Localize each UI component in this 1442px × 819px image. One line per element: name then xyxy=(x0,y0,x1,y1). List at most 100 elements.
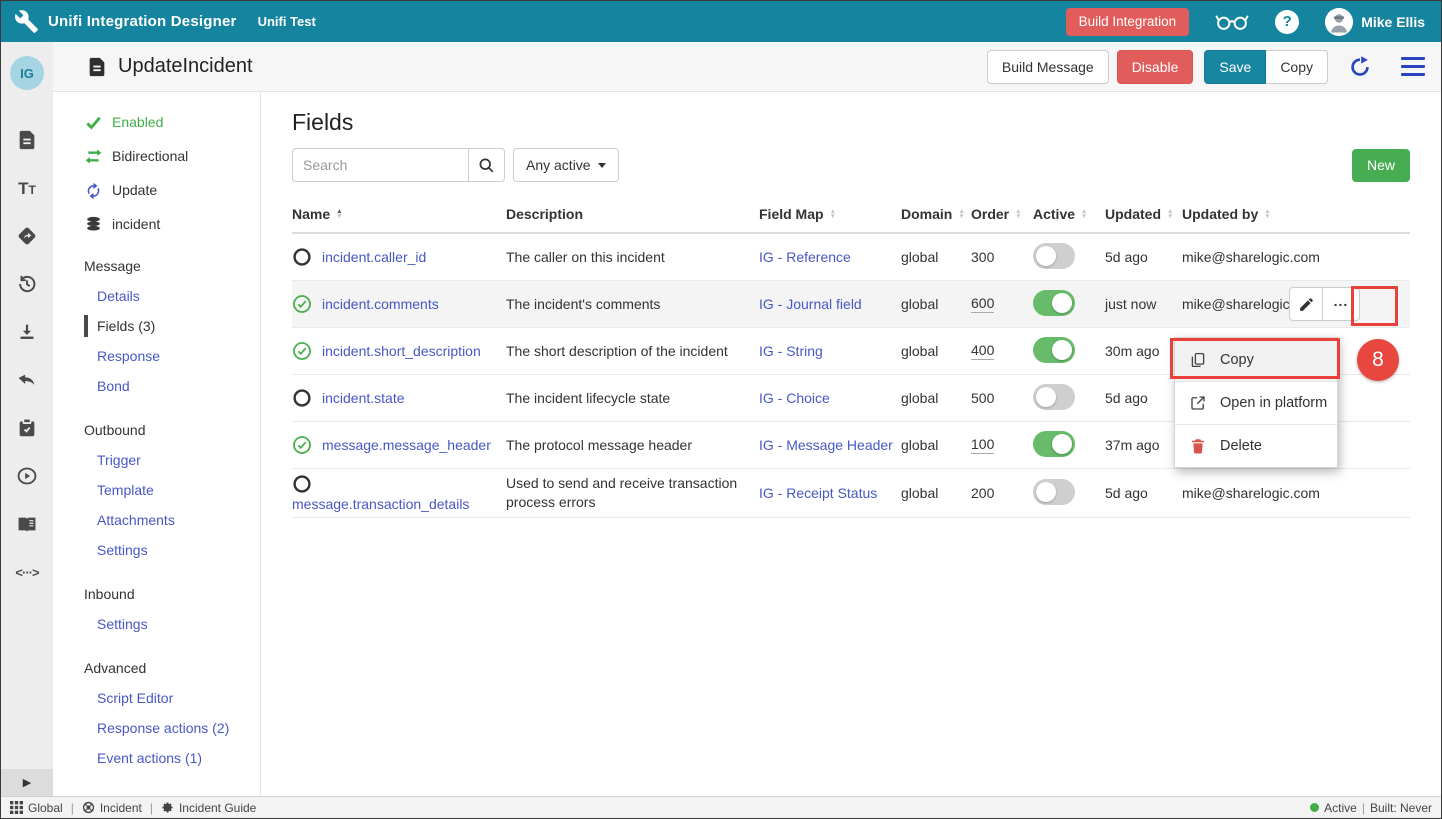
check-icon xyxy=(84,113,103,132)
nav-item-settings[interactable]: Settings xyxy=(53,535,260,565)
field-name-link[interactable]: message.message_header xyxy=(322,437,491,453)
field-updated-by: mike@sharelogic.com xyxy=(1182,485,1332,501)
active-cell xyxy=(1033,337,1105,366)
gear-icon xyxy=(161,801,174,814)
menu-item-open-in-platform[interactable]: Open in platform xyxy=(1175,381,1337,424)
menu-item-label: Delete xyxy=(1220,438,1262,454)
nav-item-fields-3-[interactable]: Fields (3) xyxy=(53,311,260,341)
download-icon[interactable] xyxy=(15,320,39,344)
docs-icon[interactable] xyxy=(15,512,39,536)
scope-breadcrumb: Global|Incident|Incident Guide xyxy=(10,801,256,815)
nav-item-response[interactable]: Response xyxy=(53,341,260,371)
user-name[interactable]: Mike Ellis xyxy=(1361,14,1425,30)
nav-item-details[interactable]: Details xyxy=(53,281,260,311)
field-order: 500 xyxy=(971,390,994,406)
field-map-link[interactable]: IG - Choice xyxy=(759,390,830,406)
field-name-link[interactable]: message.transaction_details xyxy=(292,496,469,512)
sidebar-expand-button[interactable]: ▶ xyxy=(1,769,53,796)
more-button[interactable]: ... xyxy=(1323,287,1360,321)
nav-item-settings[interactable]: Settings xyxy=(53,609,260,639)
scope-item-incident[interactable]: Incident xyxy=(82,801,142,815)
new-field-button[interactable]: New xyxy=(1352,149,1410,182)
active-state-icon xyxy=(292,341,312,361)
column-header-updated[interactable]: Updated▲▼ xyxy=(1105,206,1182,222)
active-toggle[interactable] xyxy=(1033,384,1075,410)
toggle-knob xyxy=(1052,340,1072,360)
field-map-link[interactable]: IG - Message Header xyxy=(759,437,893,453)
active-toggle[interactable] xyxy=(1033,479,1075,505)
edit-button[interactable] xyxy=(1289,287,1323,321)
active-status-label: Active xyxy=(1324,801,1357,815)
field-order[interactable]: 600 xyxy=(971,295,994,313)
field-map-link[interactable]: IG - Journal field xyxy=(759,296,862,312)
field-name-link[interactable]: incident.comments xyxy=(322,296,439,312)
column-header-field-map[interactable]: Field Map▲▼ xyxy=(759,206,901,222)
name-cell: incident.comments xyxy=(292,294,506,314)
field-order-cell: 300 xyxy=(971,249,1033,265)
toggle-knob xyxy=(1052,293,1072,313)
build-message-button[interactable]: Build Message xyxy=(987,50,1109,84)
column-label: Order xyxy=(971,206,1009,222)
build-integration-button[interactable]: Build Integration xyxy=(1066,8,1190,36)
active-toggle[interactable] xyxy=(1033,290,1075,316)
column-header-updated-by[interactable]: Updated by▲▼ xyxy=(1182,206,1332,222)
field-name-link[interactable]: incident.caller_id xyxy=(322,249,426,265)
code-icon[interactable]: <···> xyxy=(15,560,39,584)
field-order[interactable]: 100 xyxy=(971,436,994,454)
scope-item-global[interactable]: Global xyxy=(10,801,63,815)
preview-glasses-icon[interactable] xyxy=(1214,10,1250,34)
search-input[interactable] xyxy=(292,148,469,182)
nav-item-trigger[interactable]: Trigger xyxy=(53,445,260,475)
column-header-active[interactable]: Active▲▼ xyxy=(1033,206,1105,222)
column-header-domain[interactable]: Domain▲▼ xyxy=(901,206,971,222)
text-icon[interactable]: TT xyxy=(15,176,39,200)
field-order[interactable]: 400 xyxy=(971,342,994,360)
field-map-link[interactable]: IG - Receipt Status xyxy=(759,485,877,501)
search-icon xyxy=(478,157,495,174)
active-toggle[interactable] xyxy=(1033,431,1075,457)
field-domain: global xyxy=(901,296,971,312)
table-row: message.transaction_detailsUsed to send … xyxy=(292,469,1410,518)
active-toggle[interactable] xyxy=(1033,243,1075,269)
field-name-link[interactable]: incident.state xyxy=(322,390,405,406)
column-header-name[interactable]: Name▲▼ xyxy=(292,206,506,222)
column-header-description: Description xyxy=(506,206,759,222)
active-filter-dropdown[interactable]: Any active xyxy=(513,148,619,182)
scope-item-incident-guide[interactable]: Incident Guide xyxy=(161,801,256,815)
active-cell xyxy=(1033,384,1105,413)
history-icon[interactable] xyxy=(15,272,39,296)
nav-item-bond[interactable]: Bond xyxy=(53,371,260,401)
nav-section-title: Advanced xyxy=(53,653,260,683)
icon-rail-items: TT <···> xyxy=(15,128,39,584)
play-icon[interactable] xyxy=(15,464,39,488)
field-map-link[interactable]: IG - String xyxy=(759,343,823,359)
field-name-link[interactable]: incident.short_description xyxy=(322,343,481,359)
send-icon[interactable] xyxy=(15,224,39,248)
menu-item-delete[interactable]: Delete xyxy=(1175,424,1337,467)
trash-icon xyxy=(1189,437,1207,455)
nav-item-response-actions-2-[interactable]: Response actions (2) xyxy=(53,713,260,743)
nav-item-event-actions-1-[interactable]: Event actions (1) xyxy=(53,743,260,773)
active-filter-label: Any active xyxy=(526,157,591,173)
menu-icon[interactable] xyxy=(1400,57,1426,77)
search-button[interactable] xyxy=(469,148,505,182)
save-button[interactable]: Save xyxy=(1204,50,1266,84)
help-icon[interactable]: ? xyxy=(1275,10,1299,34)
user-avatar[interactable] xyxy=(1325,8,1353,36)
nav-item-template[interactable]: Template xyxy=(53,475,260,505)
active-toggle[interactable] xyxy=(1033,337,1075,363)
disable-button[interactable]: Disable xyxy=(1117,50,1194,84)
refresh-icon[interactable] xyxy=(1348,55,1372,79)
field-map-link[interactable]: IG - Reference xyxy=(759,249,851,265)
scope-label: Global xyxy=(28,801,63,815)
nav-item-script-editor[interactable]: Script Editor xyxy=(53,683,260,713)
reply-icon[interactable] xyxy=(15,368,39,392)
integration-avatar: IG xyxy=(10,56,44,90)
tasks-icon[interactable] xyxy=(15,416,39,440)
copy-button[interactable]: Copy xyxy=(1266,50,1328,84)
menu-item-copy[interactable]: Copy xyxy=(1175,338,1337,381)
column-label: Name xyxy=(292,206,330,222)
file-icon[interactable] xyxy=(15,128,39,152)
nav-item-attachments[interactable]: Attachments xyxy=(53,505,260,535)
column-header-order[interactable]: Order▲▼ xyxy=(971,206,1033,222)
